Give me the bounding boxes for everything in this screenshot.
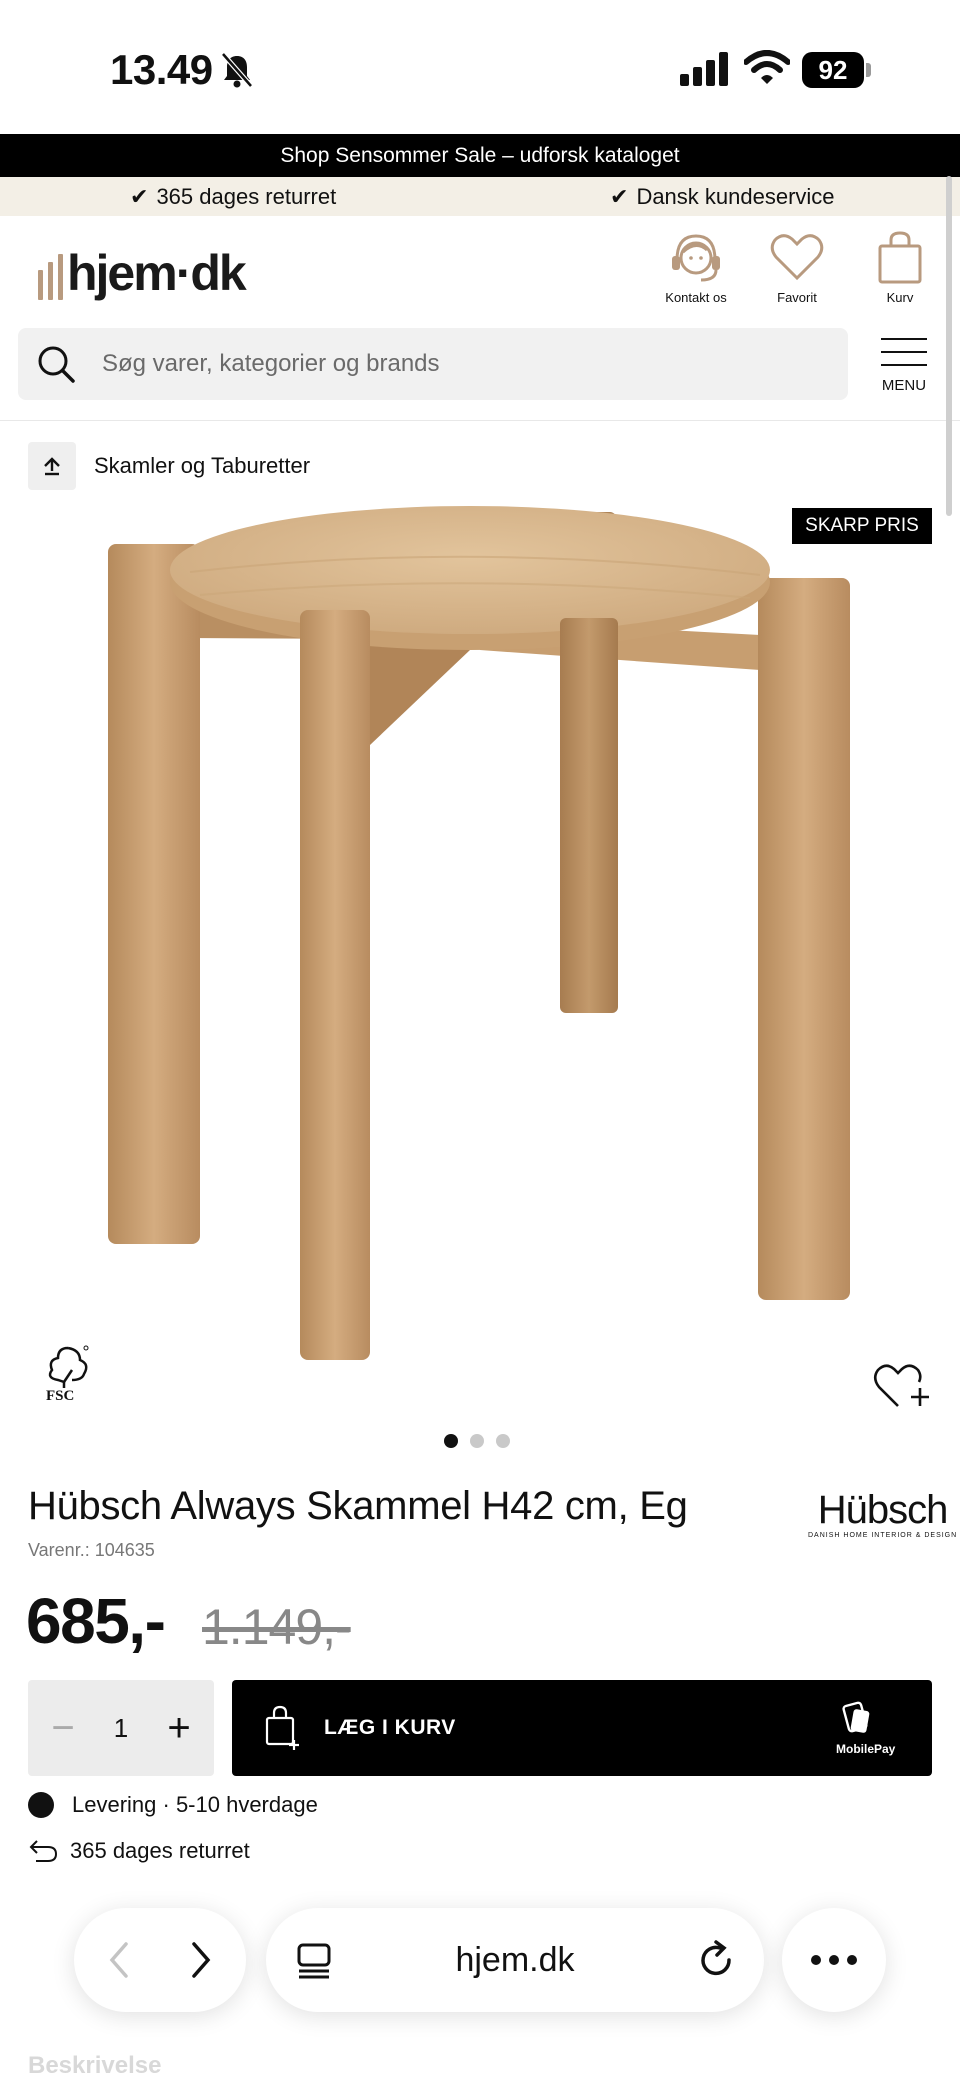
carousel-dot[interactable]: [444, 1434, 458, 1448]
quantity-stepper: − 1 +: [28, 1680, 214, 1776]
menu-button[interactable]: MENU: [876, 338, 932, 394]
usp-returns: ✔ 365 dages returret: [130, 177, 336, 216]
brand-tagline: DANISH HOME INTERIOR & DESIGN: [808, 1532, 958, 1539]
battery-indicator: 92: [802, 52, 872, 88]
favorite-button[interactable]: Favorit: [752, 230, 842, 305]
product-image[interactable]: [0, 500, 960, 1420]
current-price: 685,-: [26, 1585, 166, 1657]
mobilepay-icon: [842, 1701, 870, 1733]
sharp-price-badge: SKARP PRIS: [792, 508, 932, 544]
fsc-label: FSC: [46, 1388, 75, 1404]
delivery-info: Levering · 5-10 hverdage: [28, 1792, 318, 1818]
usp-label: 365 dages returret: [156, 184, 337, 209]
status-time: 13.49: [110, 46, 213, 93]
cart-label: Kurv: [886, 290, 914, 305]
decrease-quantity-button[interactable]: −: [48, 1706, 78, 1751]
add-to-cart-button[interactable]: LÆG I KURV MobilePay: [232, 1680, 932, 1776]
cart-button[interactable]: Kurv: [855, 230, 945, 305]
mobilepay-label: MobilePay: [836, 1742, 896, 1756]
usp-label: Dansk kundeservice: [636, 184, 835, 209]
search-bar: [18, 328, 848, 400]
add-to-wishlist-icon[interactable]: [872, 1360, 934, 1410]
image-carousel-dots: [444, 1434, 510, 1448]
bag-plus-icon: [265, 1705, 299, 1750]
return-info: 365 dages returret: [28, 1838, 250, 1864]
shopping-bag-icon: [878, 231, 922, 284]
return-text: 365 dages returret: [70, 1838, 250, 1863]
contact-button[interactable]: Kontakt os: [651, 230, 741, 305]
site-logo[interactable]: hjem·dk: [38, 242, 247, 301]
browser-more-button[interactable]: [782, 1908, 886, 2012]
increase-quantity-button[interactable]: +: [164, 1706, 194, 1751]
wifi-icon: [744, 50, 790, 84]
back-chevron-icon[interactable]: [100, 1940, 140, 1980]
forward-chevron-icon[interactable]: [180, 1940, 220, 1980]
check-icon: ✔: [130, 184, 149, 209]
bell-muted-icon: [221, 52, 253, 88]
carousel-dot[interactable]: [496, 1434, 510, 1448]
old-price: 1.149,-: [202, 1599, 352, 1655]
product-sku: Varenr.: 104635: [28, 1540, 155, 1560]
scrollbar[interactable]: [946, 176, 952, 516]
more-dots-icon: [811, 1955, 857, 1965]
promo-banner[interactable]: Shop Sensommer Sale – udforsk kataloget: [0, 134, 960, 177]
contact-label: Kontakt os: [665, 290, 727, 305]
delivery-text: Levering · 5-10 hverdage: [72, 1792, 318, 1817]
search-icon[interactable]: [36, 344, 76, 384]
divider: [0, 420, 960, 421]
quantity-value[interactable]: 1: [114, 1713, 128, 1744]
return-arrow-icon: [29, 1840, 58, 1862]
usp-bar: ✔ 365 dages returret ✔ Dansk kundeservic…: [0, 177, 960, 216]
menu-label: MENU: [881, 377, 927, 394]
stock-status-dot-icon: [28, 1792, 54, 1818]
url-text[interactable]: hjem.dk: [266, 1908, 764, 2012]
logo-text: hjem·dk: [67, 245, 247, 301]
favorite-label: Favorit: [777, 290, 817, 305]
hamburger-icon: [876, 338, 932, 366]
check-icon: ✔: [610, 184, 629, 209]
status-bar: 13.49 92: [0, 0, 960, 134]
heart-icon: [770, 234, 824, 281]
search-input[interactable]: [102, 328, 822, 400]
usp-service: ✔ Dansk kundeservice: [610, 177, 835, 216]
site-header: hjem·dk Kontakt os Favorit Kurv: [0, 216, 960, 326]
browser-address-bar[interactable]: hjem.dk: [266, 1908, 764, 2012]
reload-icon[interactable]: [696, 1940, 736, 1980]
headset-icon: [672, 234, 720, 282]
carousel-dot[interactable]: [470, 1434, 484, 1448]
logo-mark: [38, 254, 63, 300]
breadcrumb-label[interactable]: Skamler og Taburetter: [94, 453, 310, 479]
browser-nav-pill: [74, 1908, 246, 2012]
description-heading: Beskrivelse: [28, 2052, 162, 2079]
product-title: Hübsch Always Skammel H42 cm, Eg: [28, 1484, 688, 1528]
breadcrumb[interactable]: Skamler og Taburetter: [28, 442, 310, 490]
brand-name: Hübsch: [817, 1488, 949, 1532]
brand-logo[interactable]: Hübsch DANISH HOME INTERIOR & DESIGN: [808, 1490, 957, 1539]
add-to-cart-label: LÆG I KURV: [324, 1716, 456, 1739]
battery-level: 92: [802, 52, 864, 88]
back-up-arrow-icon[interactable]: [28, 442, 76, 490]
signal-icon: [680, 52, 728, 86]
